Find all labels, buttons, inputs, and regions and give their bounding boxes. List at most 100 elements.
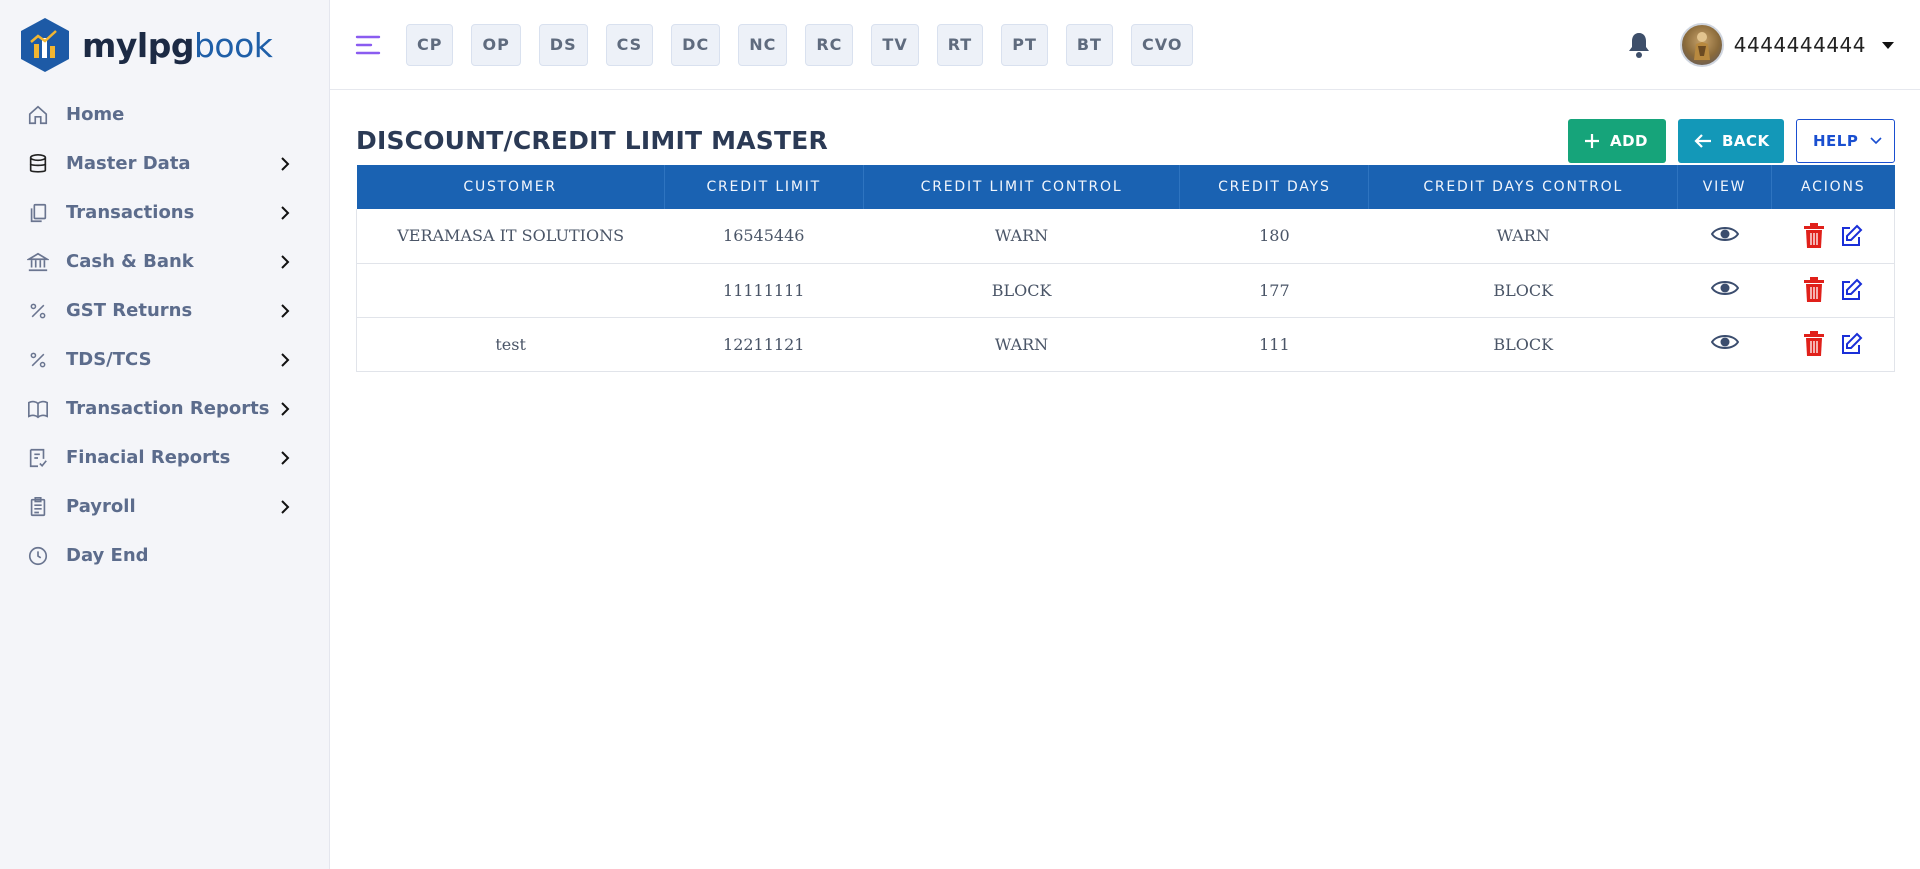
quick-links: CP OP DS CS DC NC RC TV RT PT BT CVO (406, 23, 1194, 66)
quick-link-cs[interactable]: CS (605, 23, 654, 66)
customer-cell: test (356, 317, 665, 372)
chevron-right-icon (277, 450, 293, 466)
database-icon (26, 152, 50, 176)
brand-logo[interactable]: mylpgbook (0, 0, 329, 90)
sidebar-item-master-data[interactable]: Master Data (0, 139, 329, 188)
quick-link-rc[interactable]: RC (805, 23, 854, 66)
eye-icon[interactable] (1710, 332, 1739, 352)
brand-name: mylpgbook (82, 25, 273, 65)
actions-cell (1771, 263, 1895, 318)
customer-cell: VERAMASA IT SOLUTIONS (356, 209, 665, 264)
checklist-icon (26, 446, 50, 470)
page-title: DISCOUNT/CREDIT LIMIT MASTER (356, 126, 828, 155)
eye-icon[interactable] (1710, 278, 1739, 298)
quick-link-tv[interactable]: TV (871, 23, 919, 66)
avatar[interactable] (1679, 23, 1724, 67)
credit-limit-cell: 12211121 (664, 317, 864, 372)
credit-limit-control-cell: WARN (863, 209, 1180, 264)
credit-days-cell: 111 (1179, 317, 1369, 372)
user-area: 4444444444 (1624, 0, 1896, 90)
credit-days-control-cell: BLOCK (1368, 263, 1678, 318)
credit-limit-cell: 16545446 (664, 209, 864, 264)
logo-icon (16, 16, 74, 74)
sidebar-nav: Home Master Data Transactions Cash & Ban… (0, 90, 329, 580)
back-button[interactable]: BACK (1678, 118, 1784, 163)
quick-link-ds[interactable]: DS (538, 23, 588, 66)
page-actions: ADD BACK HELP (1568, 118, 1895, 163)
actions-cell (1771, 317, 1895, 372)
sidebar-item-cash-bank[interactable]: Cash & Bank (0, 237, 329, 286)
copy-icon (26, 201, 50, 225)
chevron-right-icon (277, 254, 293, 270)
edit-icon[interactable] (1839, 332, 1863, 356)
top-bar: CP OP DS CS DC NC RC TV RT PT BT CVO 444… (330, 0, 1920, 90)
trash-icon[interactable] (1803, 331, 1825, 357)
credit-limit-table: CUSTOMER CREDIT LIMIT CREDIT LIMIT CONTR… (356, 165, 1895, 372)
sidebar-item-day-end[interactable]: Day End (0, 531, 329, 580)
edit-icon[interactable] (1839, 278, 1863, 302)
column-header: VIEW (1677, 165, 1773, 209)
chevron-right-icon (277, 156, 293, 172)
quick-link-nc[interactable]: NC (738, 23, 788, 66)
username[interactable]: 4444444444 (1734, 33, 1866, 57)
column-header[interactable]: CREDIT DAYS CONTROL (1368, 165, 1679, 209)
actions-cell (1771, 209, 1895, 264)
percent-icon (26, 348, 50, 372)
quick-link-dc[interactable]: DC (671, 23, 721, 66)
chevron-right-icon (277, 401, 293, 417)
trash-icon[interactable] (1803, 277, 1825, 303)
column-header[interactable]: CREDIT LIMIT CONTROL (863, 165, 1181, 209)
credit-limit-control-cell: WARN (863, 317, 1180, 372)
view-cell (1677, 317, 1772, 372)
clipboard-icon (26, 495, 50, 519)
chevron-down-icon (1870, 136, 1882, 146)
bank-icon (26, 250, 50, 274)
view-cell (1677, 209, 1772, 264)
chevron-right-icon (277, 303, 293, 319)
clock-icon (26, 544, 50, 568)
chevron-right-icon (277, 352, 293, 368)
table-header-row: CUSTOMER CREDIT LIMIT CREDIT LIMIT CONTR… (356, 165, 1895, 209)
menu-toggle-icon[interactable] (354, 31, 382, 59)
column-header[interactable]: CUSTOMER (356, 165, 665, 209)
trash-icon[interactable] (1803, 222, 1825, 249)
bell-icon[interactable] (1624, 30, 1654, 60)
edit-icon[interactable] (1839, 224, 1863, 248)
credit-days-cell: 177 (1179, 263, 1369, 318)
eye-icon[interactable] (1710, 224, 1739, 244)
table-row: test 12211121 WARN 111 BLOCK (356, 317, 1895, 372)
sidebar-item-transaction-reports[interactable]: Transaction Reports (0, 384, 329, 433)
quick-link-cp[interactable]: CP (406, 23, 454, 66)
book-icon (26, 397, 50, 421)
column-header[interactable]: CREDIT LIMIT (664, 165, 864, 209)
column-header: ACIONS (1771, 165, 1895, 209)
quick-link-pt[interactable]: PT (1001, 23, 1048, 66)
sidebar-item-gst-returns[interactable]: GST Returns (0, 286, 329, 335)
table-row: VERAMASA IT SOLUTIONS 16545446 WARN 180 … (356, 209, 1895, 264)
chevron-right-icon (277, 499, 293, 515)
view-cell (1677, 263, 1772, 318)
quick-link-op[interactable]: OP (471, 23, 521, 66)
sidebar-item-transactions[interactable]: Transactions (0, 188, 329, 237)
percent-icon (26, 299, 50, 323)
credit-limit-cell: 11111111 (664, 263, 864, 318)
sidebar-item-payroll[interactable]: Payroll (0, 482, 329, 531)
credit-days-control-cell: BLOCK (1368, 317, 1678, 372)
plus-icon (1584, 133, 1600, 149)
column-header[interactable]: CREDIT DAYS (1179, 165, 1370, 209)
customer-cell (356, 263, 665, 318)
sidebar: mylpgbook Home Master Data Transactions … (0, 0, 330, 869)
arrow-left-icon (1694, 133, 1712, 149)
sidebar-item-finacial-reports[interactable]: Finacial Reports (0, 433, 329, 482)
quick-link-bt[interactable]: BT (1065, 23, 1113, 66)
credit-days-cell: 180 (1179, 209, 1369, 264)
quick-link-rt[interactable]: RT (936, 23, 984, 66)
sidebar-item-home[interactable]: Home (0, 90, 329, 139)
sidebar-item-tds-tcs[interactable]: TDS/TCS (0, 335, 329, 384)
add-button[interactable]: ADD (1568, 118, 1666, 163)
help-dropdown-button[interactable]: HELP (1796, 118, 1895, 163)
page-header: DISCOUNT/CREDIT LIMIT MASTER ADD BACK HE… (330, 90, 1920, 165)
caret-down-icon[interactable] (1880, 37, 1896, 53)
main-area: CP OP DS CS DC NC RC TV RT PT BT CVO 444… (330, 0, 1920, 869)
quick-link-cvo[interactable]: CVO (1130, 23, 1194, 66)
